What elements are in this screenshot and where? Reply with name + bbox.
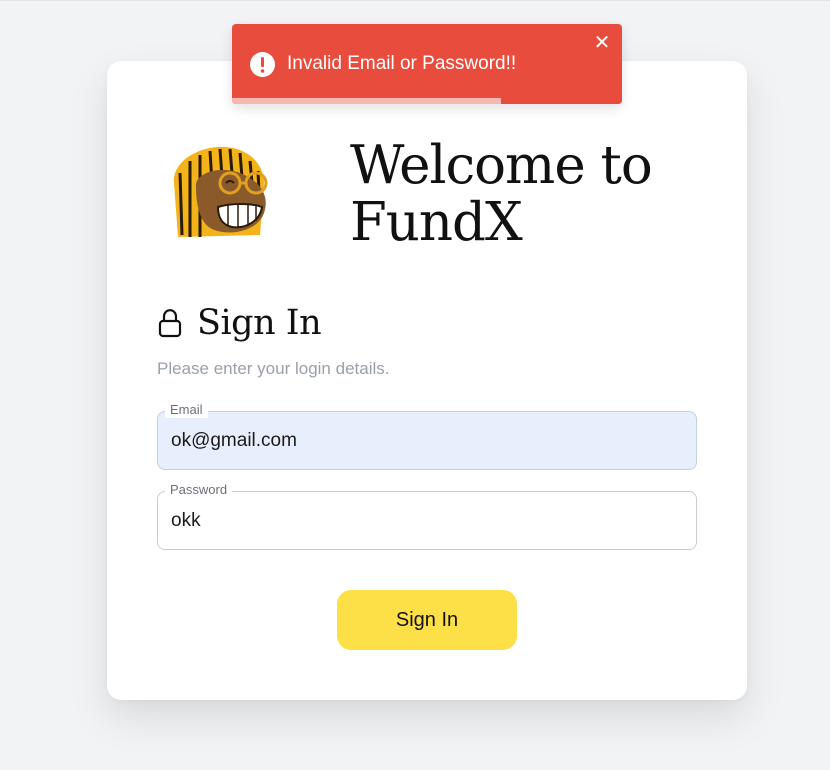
alert-circle-icon	[250, 52, 275, 77]
toast-message: Invalid Email or Password!!	[287, 53, 517, 74]
lock-icon	[158, 309, 182, 338]
login-card: Welcome to FundX Sign In Please enter yo…	[107, 61, 747, 700]
close-icon[interactable]: ✕	[593, 33, 611, 53]
welcome-line-1: Welcome to	[350, 135, 653, 196]
welcome-heading: Welcome to FundX	[350, 137, 710, 251]
top-divider	[0, 0, 830, 1]
toast-progress-bar	[232, 98, 502, 104]
sign-in-button[interactable]: Sign In	[337, 590, 517, 650]
password-label: Password	[165, 482, 233, 498]
email-field[interactable]: Email	[157, 402, 697, 470]
password-field[interactable]: Password	[157, 482, 697, 550]
hero: Welcome to FundX	[160, 133, 720, 253]
welcome-line-2: FundX	[350, 192, 523, 253]
signin-heading-row: Sign In	[157, 299, 322, 347]
email-label: Email	[165, 402, 208, 418]
email-input[interactable]	[171, 428, 681, 454]
mascot-avatar-icon	[173, 146, 268, 237]
signin-title: Sign In	[197, 303, 322, 343]
signin-subtitle: Please enter your login details.	[157, 359, 390, 378]
password-input[interactable]	[171, 508, 681, 534]
error-toast: Invalid Email or Password!! ✕	[232, 24, 622, 104]
